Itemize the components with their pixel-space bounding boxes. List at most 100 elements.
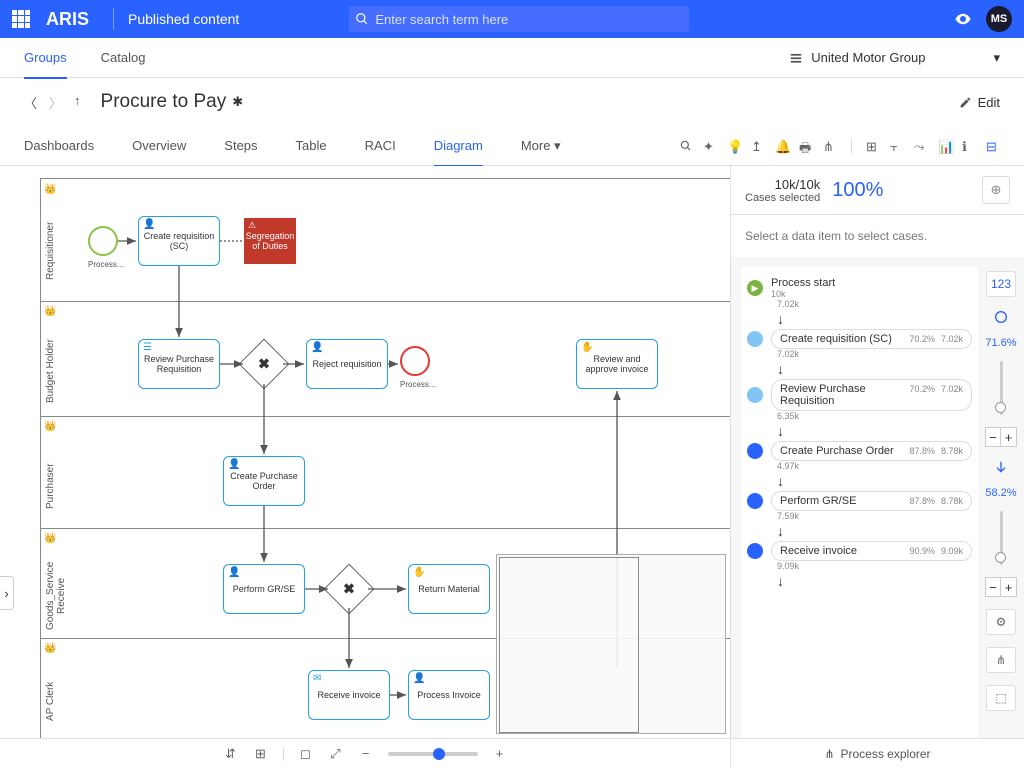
- flow-arrow-icon: ↓: [777, 311, 972, 327]
- side-pct-2: 58.2%: [985, 487, 1016, 499]
- tenant-selector[interactable]: United Motor Group ▾: [789, 50, 1000, 66]
- search-diagram-icon[interactable]: [679, 139, 693, 153]
- separator: [113, 8, 114, 30]
- tenant-name: United Motor Group: [811, 50, 925, 65]
- print-icon[interactable]: 🖶: [799, 139, 813, 153]
- tab-overview[interactable]: Overview: [132, 138, 186, 153]
- flow-node-pct: 87.8%: [909, 496, 935, 506]
- tab-diagram[interactable]: Diagram: [434, 138, 483, 167]
- view3-icon[interactable]: ⤳: [914, 139, 928, 153]
- task-create-requisition[interactable]: 👤Create requisition (SC): [138, 216, 220, 266]
- share-icon[interactable]: ⋔: [823, 139, 837, 153]
- flow-node-sub: 7.02k: [941, 334, 963, 344]
- search-box[interactable]: [349, 6, 689, 32]
- zoom-slider[interactable]: [388, 752, 478, 756]
- bulb-icon[interactable]: 💡: [727, 139, 741, 153]
- collapse-left-icon[interactable]: ›: [0, 576, 14, 610]
- process-flow-list[interactable]: ▶Process start10k7.02k↓Create requisitio…: [741, 267, 978, 738]
- flow-node[interactable]: Create requisition (SC)70.2%7.02k: [747, 329, 972, 349]
- layout-icon[interactable]: ⊞: [253, 746, 269, 762]
- chart-icon[interactable]: 📊: [938, 139, 952, 153]
- hierarchy-icon[interactable]: ⇵: [223, 746, 239, 762]
- upload-icon[interactable]: ↥: [751, 139, 765, 153]
- tab-table[interactable]: Table: [296, 138, 327, 153]
- circle-outline-icon[interactable]: [993, 309, 1009, 325]
- user-avatar[interactable]: MS: [986, 6, 1012, 32]
- edges-slider[interactable]: [1000, 511, 1003, 565]
- flow-arrow-icon: ↓: [777, 573, 972, 589]
- lane-actor-icon: 👑: [44, 533, 56, 544]
- info-icon[interactable]: ℹ: [962, 139, 976, 153]
- user-icon: 👤: [413, 673, 425, 684]
- minimap[interactable]: [496, 554, 726, 734]
- tree-icon[interactable]: ⋔: [986, 647, 1016, 673]
- flow-node-name: Create Purchase Order: [780, 445, 894, 457]
- edges-stepper[interactable]: −+: [985, 577, 1017, 597]
- hand-icon: ✋: [581, 342, 593, 353]
- view2-icon[interactable]: ⫟: [890, 139, 904, 153]
- tab-steps[interactable]: Steps: [224, 138, 257, 153]
- tab-raci[interactable]: RACI: [365, 138, 396, 153]
- nav-catalog[interactable]: Catalog: [101, 50, 146, 65]
- task-create-po[interactable]: 👤Create Purchase Order: [223, 456, 305, 506]
- diagram-canvas[interactable]: 👑 Requisitioner 👑 Budget Holder 👑 Purcha…: [0, 166, 730, 768]
- view1-icon[interactable]: ⊞: [866, 139, 880, 153]
- flow-node[interactable]: ▶Process start10k: [747, 277, 972, 299]
- flow-node-name: Receive invoice: [780, 545, 857, 557]
- diagram-toolbar: ⇵ ⊞ ◻ ⤢ − +: [0, 738, 730, 768]
- task-process-invoice[interactable]: 👤Process Invoice: [408, 670, 490, 720]
- count-view-icon[interactable]: 123: [986, 271, 1016, 297]
- export-icon[interactable]: ⬚: [986, 685, 1016, 711]
- hand-icon: ✋: [413, 567, 425, 578]
- zoom-out-icon[interactable]: −: [358, 746, 374, 762]
- task-reject[interactable]: 👤Reject requisition: [306, 339, 388, 389]
- process-explorer-label: Process explorer: [841, 747, 931, 761]
- zoom-in-icon[interactable]: +: [492, 746, 508, 762]
- fit-icon[interactable]: ◻: [298, 746, 314, 762]
- nav-back-icon[interactable]: 〈: [24, 93, 37, 112]
- start-event[interactable]: [88, 226, 118, 256]
- flow-node-pct: 70.2%: [909, 384, 935, 394]
- flow-node-sub: 8.78k: [941, 446, 963, 456]
- task-review-pr[interactable]: ☰Review Purchase Requisition: [138, 339, 220, 389]
- mail-icon: ✉: [313, 673, 321, 684]
- risk-sod[interactable]: ⚠Segregation of Duties: [244, 218, 296, 264]
- flow-node-sub: 9.09k: [941, 546, 963, 556]
- flow-node[interactable]: Create Purchase Order87.8%8.78k: [747, 441, 972, 461]
- flow-node-name: Process start: [771, 277, 835, 289]
- task-return-material[interactable]: ✋Return Material: [408, 564, 490, 614]
- flow-node-pct: 70.2%: [909, 334, 935, 344]
- flow-edge-count: 7.02k: [777, 299, 972, 309]
- grid-view-icon[interactable]: ⊟: [986, 139, 1000, 153]
- fullscreen-icon[interactable]: ⤢: [328, 746, 344, 762]
- nodes-slider[interactable]: [1000, 361, 1003, 415]
- expand-icon[interactable]: ⊕: [982, 176, 1010, 204]
- end-event[interactable]: [400, 346, 430, 376]
- search-input[interactable]: [375, 12, 683, 27]
- tree-icon: ⋔: [824, 747, 834, 761]
- tab-more[interactable]: More ▾: [521, 138, 561, 154]
- tab-dashboards[interactable]: Dashboards: [24, 138, 94, 153]
- process-explorer-toggle[interactable]: ⋔ Process explorer: [731, 738, 1024, 768]
- arrow-down-icon[interactable]: [993, 459, 1009, 475]
- edit-button[interactable]: Edit: [959, 95, 1000, 110]
- nodes-stepper[interactable]: −+: [985, 427, 1017, 447]
- app-grid-icon[interactable]: [12, 10, 30, 28]
- task-perform-gr[interactable]: 👤Perform GR/SE: [223, 564, 305, 614]
- filter-icon[interactable]: ⚙: [986, 609, 1016, 635]
- flow-node[interactable]: Receive invoice90.9%9.09k: [747, 541, 972, 561]
- flow-node[interactable]: Perform GR/SE87.8%8.78k: [747, 491, 972, 511]
- task-receive-invoice[interactable]: ✉Receive invoice: [308, 670, 390, 720]
- nav-forward-icon[interactable]: 〉: [49, 93, 62, 112]
- bell-icon[interactable]: 🔔: [775, 139, 789, 153]
- flow-bullet-icon: ▶: [747, 280, 763, 296]
- flow-arrow-icon: ↓: [777, 423, 972, 439]
- favorite-icon[interactable]: ✱: [232, 94, 243, 110]
- nav-up-icon[interactable]: ↑: [74, 93, 81, 112]
- highlight-icon[interactable]: ✦: [703, 139, 717, 153]
- task-approve-invoice[interactable]: ✋Review and approve invoice: [576, 339, 658, 389]
- user-icon: 👤: [228, 459, 240, 470]
- visibility-icon[interactable]: [954, 10, 972, 28]
- flow-node[interactable]: Review Purchase Requisition70.2%7.02k: [747, 379, 972, 411]
- nav-groups[interactable]: Groups: [24, 50, 67, 79]
